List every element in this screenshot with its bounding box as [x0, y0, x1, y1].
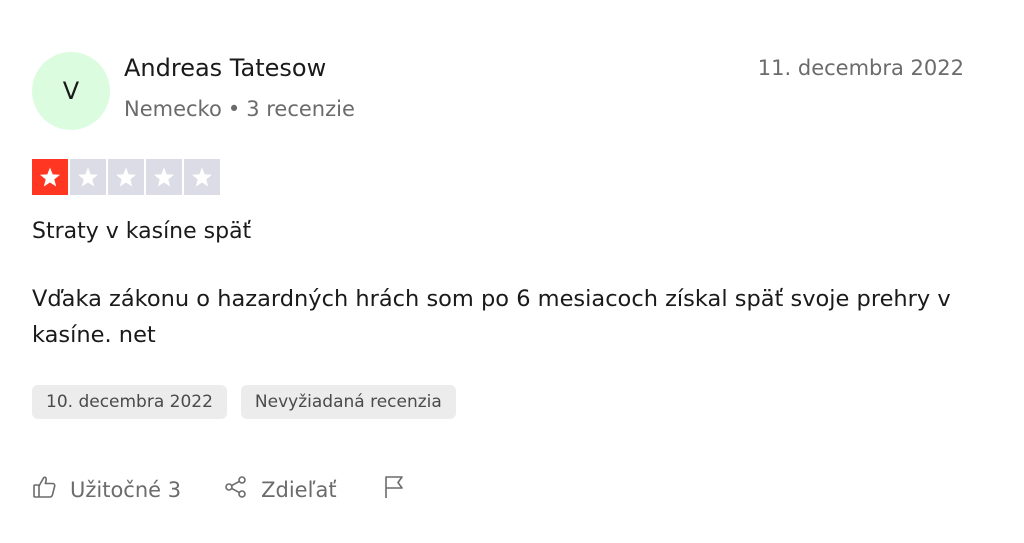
author-reviews-count: 3 recenzie	[246, 97, 355, 121]
share-label: Zdieľať	[261, 477, 337, 502]
avatar[interactable]: V	[32, 52, 110, 130]
avatar-initial: V	[62, 77, 80, 105]
review-actions: Užitočné 3 Zdieľať	[32, 474, 407, 505]
share-icon	[223, 474, 249, 505]
review-tags: 10. decembra 2022 Nevyžiadaná recenzia	[32, 385, 456, 419]
author-name[interactable]: Andreas Tatesow	[124, 54, 326, 82]
star-icon	[32, 159, 68, 195]
author-country: Nemecko	[124, 97, 222, 121]
meta-separator: •	[227, 97, 241, 121]
star-rating	[32, 159, 220, 195]
star-icon	[184, 159, 220, 195]
experience-date-tag: 10. decembra 2022	[32, 385, 227, 419]
share-button[interactable]: Zdieľať	[223, 474, 337, 505]
author-meta: Nemecko • 3 recenzie	[124, 97, 355, 121]
flag-icon	[381, 474, 407, 505]
star-icon	[108, 159, 144, 195]
report-button[interactable]	[381, 474, 407, 505]
review-date: 11. decembra 2022	[757, 56, 964, 80]
review-title[interactable]: Straty v kasíne späť	[32, 219, 251, 244]
useful-label: Užitočné 3	[70, 477, 182, 502]
review-body: Vďaka zákonu o hazardných hrách som po 6…	[32, 286, 951, 348]
review-card: V Andreas Tatesow Nemecko • 3 recenzie 11.…	[0, 0, 1024, 543]
useful-button[interactable]: Užitočné 3	[32, 474, 181, 505]
star-icon	[146, 159, 182, 195]
star-icon	[70, 159, 106, 195]
review-type-tag[interactable]: Nevyžiadaná recenzia	[240, 385, 456, 419]
thumbs-up-icon	[32, 474, 58, 505]
